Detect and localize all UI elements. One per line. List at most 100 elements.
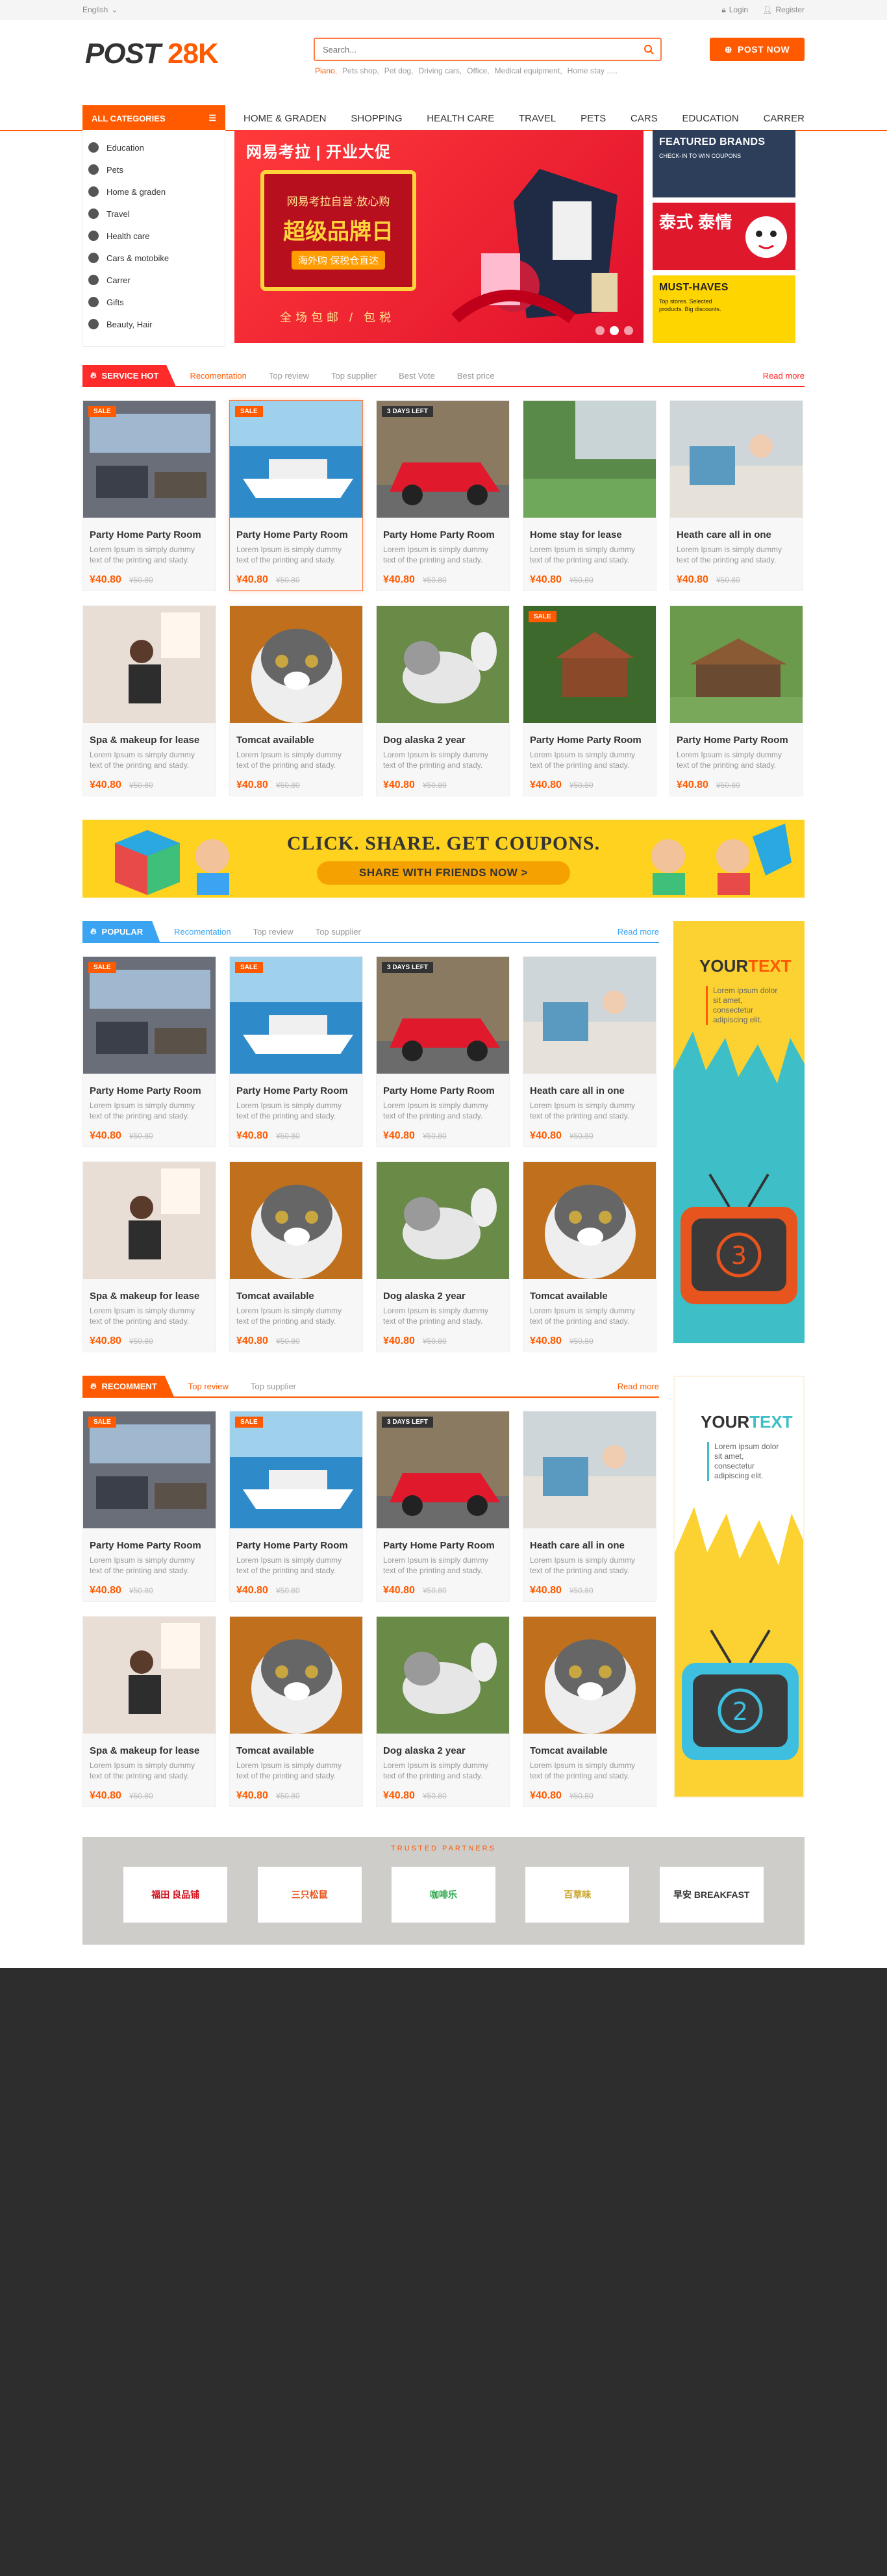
product-image[interactable] [670, 401, 803, 518]
product-title[interactable]: Party Home Party Room [236, 1540, 356, 1551]
product-card[interactable]: Tomcat available Lorem Ipsum is simply du… [229, 1616, 363, 1807]
product-card[interactable]: Heath care all in one Lorem Ipsum is simp… [669, 400, 803, 591]
product-card[interactable]: SALE Party Home Party Room Lorem Ipsum is … [229, 400, 363, 591]
share-button[interactable]: SHARE WITH FRIENDS NOW > [317, 861, 570, 885]
product-card[interactable]: 3 DAYS LEFT Party Home Party Room Lorem Ip… [376, 400, 510, 591]
product-card[interactable]: SALE Party Home Party Room Lorem Ipsum is … [82, 956, 216, 1147]
product-title[interactable]: Party Home Party Room [383, 1540, 503, 1551]
coupon-banner[interactable]: CLICK. SHARE. GET COUPONS. SHARE WITH FR… [82, 820, 805, 898]
category-item[interactable]: Beauty, Hair [83, 313, 225, 335]
product-card[interactable]: Home stay for lease Lorem Ipsum is simply… [523, 400, 656, 591]
product-title[interactable]: Spa & makeup for lease [90, 735, 209, 746]
product-image[interactable] [670, 606, 803, 723]
product-card[interactable]: Tomcat available Lorem Ipsum is simply du… [229, 1161, 363, 1352]
hot-keyword-link[interactable]: Office, [467, 66, 489, 75]
hero-banner[interactable]: 网易考拉 | 开业大促 网易考拉自营·放心购 超级品牌日 海外购 保税仓直达 全… [234, 130, 643, 343]
product-image[interactable] [377, 1617, 509, 1734]
product-card[interactable]: Spa & makeup for lease Lorem Ipsum is sim… [82, 1161, 216, 1352]
category-item[interactable]: Pets [83, 158, 225, 181]
nav-item-health-care[interactable]: HEALTH CARE [427, 105, 494, 131]
read-more-link[interactable]: Read more [618, 927, 659, 937]
product-title[interactable]: Tomcat available [236, 1291, 356, 1302]
language-selector[interactable]: English ⌄ [82, 5, 118, 14]
section-tab[interactable]: Top supplier [316, 927, 361, 937]
product-title[interactable]: Spa & makeup for lease [90, 1745, 209, 1756]
product-image[interactable] [523, 1411, 656, 1528]
section-tab[interactable]: Recomentation [190, 371, 246, 381]
product-image[interactable] [523, 1617, 656, 1734]
nav-item-home-graden[interactable]: HOME & GRADEN [244, 105, 327, 131]
side-banner-must-haves[interactable]: MUST-HAVES Top stores. Selected products… [653, 275, 795, 343]
product-title[interactable]: Party Home Party Room [90, 529, 209, 540]
hot-keyword-link[interactable]: Pets shop, [342, 66, 379, 75]
partner-logo[interactable]: 早安 BREAKFAST [659, 1867, 764, 1923]
category-item[interactable]: Cars & motobike [83, 247, 225, 269]
product-image[interactable]: SALE [523, 606, 656, 723]
product-card[interactable]: Tomcat available Lorem Ipsum is simply du… [229, 605, 363, 796]
banner-dot[interactable] [595, 326, 605, 335]
product-card[interactable]: SALE Party Home Party Room Lorem Ipsum is … [82, 400, 216, 591]
section-tab[interactable]: Top review [188, 1382, 229, 1391]
product-title[interactable]: Party Home Party Room [236, 529, 356, 540]
product-image[interactable]: SALE [83, 957, 216, 1074]
search-input[interactable] [315, 39, 637, 60]
product-title[interactable]: Party Home Party Room [383, 1085, 503, 1096]
product-title[interactable]: Dog alaska 2 year [383, 735, 503, 746]
product-title[interactable]: Heath care all in one [677, 529, 796, 540]
product-title[interactable]: Heath care all in one [530, 1085, 649, 1096]
post-now-button[interactable]: ⊕ POST NOW [710, 38, 805, 61]
product-title[interactable]: Spa & makeup for lease [90, 1291, 209, 1302]
hot-keyword-link[interactable]: Piano, [315, 66, 337, 75]
product-card[interactable]: SALE Party Home Party Room Lorem Ipsum is … [82, 1411, 216, 1602]
product-image[interactable] [377, 1162, 509, 1279]
all-categories-button[interactable]: ALL CATEGORIES ☰ [82, 105, 225, 131]
category-item[interactable]: Home & graden [83, 181, 225, 203]
product-title[interactable]: Home stay for lease [530, 529, 649, 540]
product-card[interactable]: Heath care all in one Lorem Ipsum is simp… [523, 956, 656, 1147]
product-image[interactable]: 3 DAYS LEFT [377, 1411, 509, 1528]
partner-logo[interactable]: 三只松鼠 [257, 1867, 362, 1923]
category-item[interactable]: Travel [83, 203, 225, 225]
hot-keyword-link[interactable]: Home stay ..... [568, 66, 618, 75]
banner-dot[interactable] [624, 326, 633, 335]
product-image[interactable]: SALE [83, 401, 216, 518]
product-image[interactable]: SALE [230, 1411, 362, 1528]
partner-logo[interactable]: 百草味 [525, 1867, 630, 1923]
product-card[interactable]: Party Home Party Room Lorem Ipsum is simp… [669, 605, 803, 796]
product-card[interactable]: Tomcat available Lorem Ipsum is simply du… [523, 1616, 656, 1807]
section-tab[interactable]: Best Vote [399, 371, 435, 381]
product-title[interactable]: Tomcat available [530, 1745, 649, 1756]
ad-banner-tv-3[interactable]: YOURTEXT Lorem ipsum dolor sit amet, con… [673, 921, 805, 1343]
product-title[interactable]: Party Home Party Room [90, 1540, 209, 1551]
product-card[interactable]: Tomcat available Lorem Ipsum is simply du… [523, 1161, 656, 1352]
product-card[interactable]: Dog alaska 2 year Lorem Ipsum is simply d… [376, 1616, 510, 1807]
nav-item-pets[interactable]: PETS [581, 105, 606, 131]
section-tab[interactable]: Top supplier [331, 371, 377, 381]
banner-dot-active[interactable] [610, 326, 619, 335]
product-card[interactable]: Heath care all in one Lorem Ipsum is simp… [523, 1411, 656, 1602]
product-card[interactable]: Dog alaska 2 year Lorem Ipsum is simply d… [376, 1161, 510, 1352]
product-card[interactable]: Spa & makeup for lease Lorem Ipsum is sim… [82, 605, 216, 796]
partner-logo[interactable]: 咖啡乐 [391, 1867, 495, 1923]
product-image[interactable] [523, 401, 656, 518]
product-card[interactable]: SALE Party Home Party Room Lorem Ipsum is … [229, 956, 363, 1147]
hot-keyword-link[interactable]: Pet dog, [384, 66, 414, 75]
section-tab[interactable]: Best price [457, 371, 495, 381]
read-more-link[interactable]: Read more [618, 1382, 659, 1391]
login-link[interactable]: 🔒︎ Login [721, 5, 748, 15]
side-banner-featured[interactable]: FEATURED BRANDS CHECK-IN TO WIN COUPONS [653, 130, 795, 197]
category-item[interactable]: Carrer [83, 269, 225, 291]
product-title[interactable]: Tomcat available [236, 735, 356, 746]
product-title[interactable]: Party Home Party Room [90, 1085, 209, 1096]
nav-item-cars[interactable]: CARS [631, 105, 658, 131]
section-tab[interactable]: Top review [269, 371, 309, 381]
hot-keyword-link[interactable]: Driving cars, [418, 66, 462, 75]
product-title[interactable]: Tomcat available [530, 1291, 649, 1302]
nav-item-carrer[interactable]: CARRER [764, 105, 805, 131]
nav-item-education[interactable]: EDUCATION [682, 105, 739, 131]
product-image[interactable] [83, 1617, 216, 1734]
product-image[interactable]: 3 DAYS LEFT [377, 957, 509, 1074]
section-tab[interactable]: Top review [253, 927, 294, 937]
product-image[interactable] [83, 1162, 216, 1279]
product-image[interactable] [230, 606, 362, 723]
